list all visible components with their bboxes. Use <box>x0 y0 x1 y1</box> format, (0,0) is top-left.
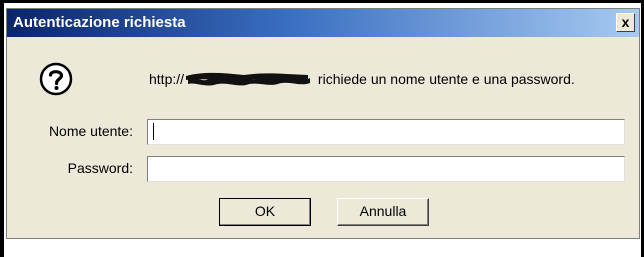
cancel-button[interactable]: Annulla <box>337 198 429 226</box>
close-icon: x <box>621 14 630 30</box>
page-edge-left <box>0 0 4 257</box>
dialog-title: Autenticazione richiesta <box>13 14 186 31</box>
password-label: Password: <box>67 160 133 176</box>
text-caret <box>153 123 154 140</box>
auth-message: http:// richiede un nome utente e una pa… <box>149 71 575 87</box>
message-prefix: http:// <box>149 71 185 87</box>
question-icon <box>39 62 73 96</box>
password-field[interactable] <box>147 156 625 182</box>
username-label: Nome utente: <box>48 123 133 139</box>
dialog-title-bar[interactable]: Autenticazione richiesta x <box>7 9 639 37</box>
auth-dialog: Autenticazione richiesta x http:// richi… <box>6 8 640 239</box>
message-suffix: richiede un nome utente e una password. <box>314 71 575 87</box>
redacted-host <box>184 72 314 86</box>
ok-button[interactable]: OK <box>219 198 311 226</box>
close-button[interactable]: x <box>616 13 635 32</box>
username-field[interactable] <box>147 119 625 145</box>
page-edge-top <box>0 0 644 3</box>
